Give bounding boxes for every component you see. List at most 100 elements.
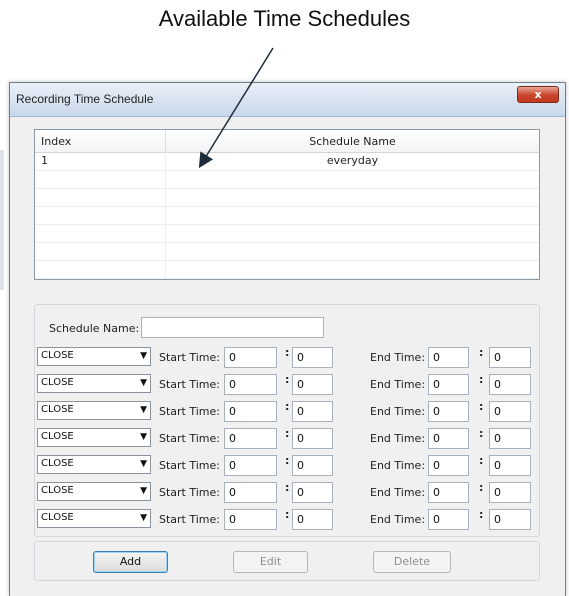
mode-select[interactable]: CLOSE ▼	[37, 455, 151, 474]
start-minute-input[interactable]: 0	[292, 455, 333, 476]
list-header: Index Schedule Name	[35, 130, 539, 153]
start-time-label: Start Time:	[159, 378, 220, 391]
end-minute-input[interactable]: 0	[489, 509, 531, 530]
end-hour-input[interactable]: 0	[428, 428, 469, 449]
mode-select[interactable]: CLOSE ▼	[37, 401, 151, 420]
time-separator: :	[285, 373, 290, 386]
start-hour-input[interactable]: 0	[224, 509, 277, 530]
start-time-label: Start Time:	[159, 459, 220, 472]
mode-select[interactable]: CLOSE ▼	[37, 509, 151, 528]
end-minute-input[interactable]: 0	[489, 401, 531, 422]
time-separator: :	[285, 400, 290, 413]
column-header-schedule-name[interactable]: Schedule Name	[166, 130, 539, 152]
start-hour-input[interactable]: 0	[224, 482, 277, 503]
mode-select[interactable]: CLOSE ▼	[37, 482, 151, 501]
time-separator: :	[479, 481, 484, 494]
schedule-editor-group: Schedule Name: CLOSE ▼ Start Time: 0:0 End T…	[34, 304, 540, 537]
schedule-list[interactable]: Index Schedule Name 1 everyday	[34, 129, 540, 280]
time-separator: :	[285, 481, 290, 494]
start-time-label: Start Time:	[159, 486, 220, 499]
chevron-down-icon: ▼	[140, 405, 147, 415]
time-separator: :	[285, 427, 290, 440]
end-hour-input[interactable]: 0	[428, 401, 469, 422]
end-hour-input[interactable]: 0	[428, 509, 469, 530]
table-row[interactable]: 1 everyday	[35, 152, 539, 171]
mode-select-value: CLOSE	[41, 377, 74, 388]
time-separator: :	[479, 508, 484, 521]
column-header-index[interactable]: Index	[35, 130, 166, 152]
table-row[interactable]	[35, 206, 539, 225]
start-time-label: Start Time:	[159, 405, 220, 418]
mode-select[interactable]: CLOSE ▼	[37, 347, 151, 366]
cell-index: 1	[41, 154, 48, 167]
mode-select-value: CLOSE	[41, 485, 74, 496]
end-minute-input[interactable]: 0	[489, 374, 531, 395]
mode-select[interactable]: CLOSE ▼	[37, 428, 151, 447]
start-hour-input[interactable]: 0	[224, 428, 277, 449]
end-minute-input[interactable]: 0	[489, 428, 531, 449]
mode-select-value: CLOSE	[41, 458, 74, 469]
end-time-label: End Time:	[370, 378, 426, 391]
table-row[interactable]	[35, 170, 539, 189]
end-time-label: End Time:	[370, 432, 426, 445]
end-time-label: End Time:	[370, 513, 426, 526]
chevron-down-icon: ▼	[140, 486, 147, 496]
table-row[interactable]	[35, 224, 539, 243]
chevron-down-icon: ▼	[140, 513, 147, 523]
time-separator: :	[285, 346, 290, 359]
mode-select[interactable]: CLOSE ▼	[37, 374, 151, 393]
start-hour-input[interactable]: 0	[224, 347, 277, 368]
start-hour-input[interactable]: 0	[224, 455, 277, 476]
mode-select-value: CLOSE	[41, 404, 74, 415]
start-time-label: Start Time:	[159, 432, 220, 445]
end-time-label: End Time:	[370, 405, 426, 418]
chevron-down-icon: ▼	[140, 378, 147, 388]
time-separator: :	[479, 400, 484, 413]
time-separator: :	[479, 373, 484, 386]
end-time-label: End Time:	[370, 351, 426, 364]
end-hour-input[interactable]: 0	[428, 374, 469, 395]
end-hour-input[interactable]: 0	[428, 482, 469, 503]
schedule-name-input[interactable]	[141, 317, 324, 338]
cell-schedule-name: everyday	[326, 154, 379, 167]
end-hour-input[interactable]: 0	[428, 455, 469, 476]
add-button[interactable]: Add	[93, 551, 168, 573]
end-hour-input[interactable]: 0	[428, 347, 469, 368]
mode-select-value: CLOSE	[41, 512, 74, 523]
end-minute-input[interactable]: 0	[489, 347, 531, 368]
time-separator: :	[479, 427, 484, 440]
title-bar[interactable]: Recording Time Schedule x	[10, 83, 565, 117]
table-row[interactable]	[35, 188, 539, 207]
start-minute-input[interactable]: 0	[292, 374, 333, 395]
chevron-down-icon: ▼	[140, 432, 147, 442]
end-time-label: End Time:	[370, 459, 426, 472]
start-hour-input[interactable]: 0	[224, 401, 277, 422]
start-minute-input[interactable]: 0	[292, 482, 333, 503]
start-minute-input[interactable]: 0	[292, 428, 333, 449]
time-separator: :	[285, 454, 290, 467]
start-minute-input[interactable]: 0	[292, 401, 333, 422]
end-time-label: End Time:	[370, 486, 426, 499]
chevron-down-icon: ▼	[140, 351, 147, 361]
window-title: Recording Time Schedule	[16, 92, 154, 106]
start-time-label: Start Time:	[159, 351, 220, 364]
table-row[interactable]	[35, 260, 539, 279]
table-row[interactable]	[35, 242, 539, 261]
start-hour-input[interactable]: 0	[224, 374, 277, 395]
end-minute-input[interactable]: 0	[489, 482, 531, 503]
mode-select-value: CLOSE	[41, 350, 74, 361]
close-button[interactable]: x	[517, 86, 559, 103]
start-minute-input[interactable]: 0	[292, 347, 333, 368]
start-minute-input[interactable]: 0	[292, 509, 333, 530]
end-minute-input[interactable]: 0	[489, 455, 531, 476]
edit-button[interactable]: Edit	[233, 551, 308, 573]
chevron-down-icon: ▼	[140, 459, 147, 469]
delete-button[interactable]: Delete	[373, 551, 451, 573]
close-icon: x	[534, 88, 542, 101]
action-button-area: Add Edit Delete	[34, 541, 540, 581]
mode-select-value: CLOSE	[41, 431, 74, 442]
time-separator: :	[479, 346, 484, 359]
background-strip	[0, 150, 4, 290]
recording-time-schedule-window: Recording Time Schedule x Index Schedule…	[9, 82, 566, 596]
schedule-name-label: Schedule Name:	[49, 322, 140, 335]
